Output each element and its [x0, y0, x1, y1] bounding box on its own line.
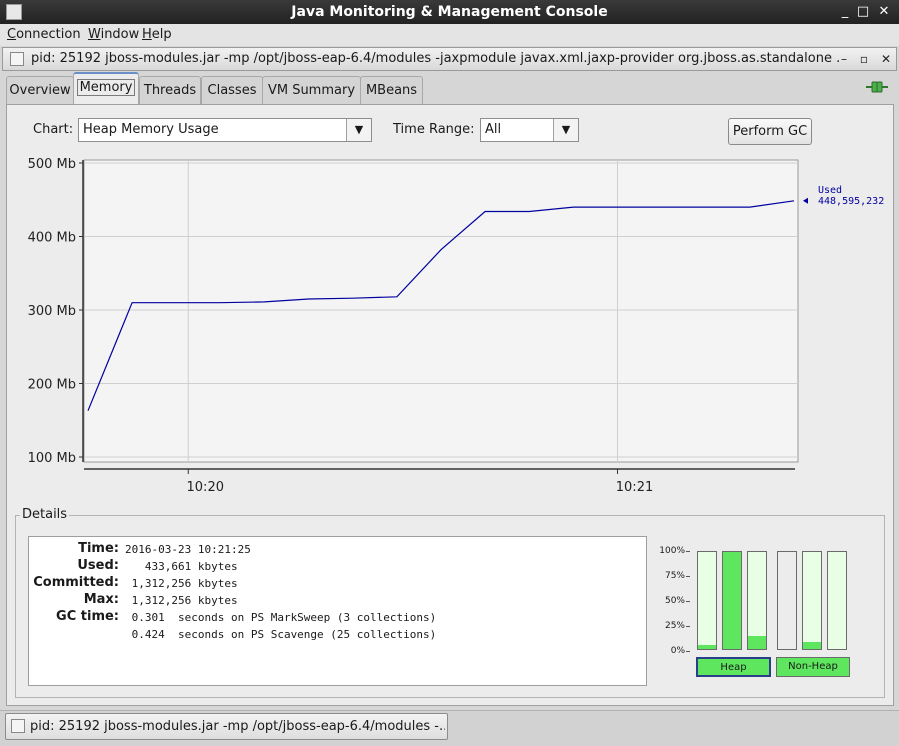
heap-group-button[interactable]: Heap — [696, 657, 771, 677]
detail-key-time: Time: — [78, 541, 119, 556]
legend-label: Used — [818, 185, 842, 196]
legend-value: 448,595,232 — [818, 196, 884, 207]
details-title: Details — [20, 507, 70, 522]
frame-close-button[interactable]: ✕ — [877, 50, 895, 68]
pct-label-100: 100% — [659, 546, 685, 556]
tab-overview[interactable]: Overview — [6, 76, 74, 104]
maximize-button[interactable]: □ — [852, 0, 874, 24]
frame-icon — [11, 719, 25, 733]
chart-select-value: Heap Memory Usage — [83, 122, 219, 137]
chevron-down-icon: ▼ — [346, 119, 371, 141]
y-tick-label: 400 Mb — [28, 231, 76, 246]
chart-label: Chart: — [33, 122, 74, 137]
detail-value-max: 1,312,256 kbytes — [125, 594, 238, 607]
detail-key-max: Max: — [83, 592, 119, 607]
x-tick-label: 10:20 — [187, 480, 224, 495]
detail-key-gc-time: GC time: — [56, 609, 119, 624]
legend-marker — [803, 197, 808, 204]
perform-gc-button[interactable]: Perform GC — [728, 118, 812, 145]
nonheap-pool-bar-2[interactable] — [802, 551, 822, 650]
pct-label-50: 50% — [664, 596, 685, 606]
detail-value-time: 2016-03-23 10:21:25 — [125, 543, 251, 556]
y-tick-label: 200 Mb — [28, 378, 76, 393]
detail-key-used: Used: — [77, 558, 119, 573]
menu-window[interactable]: Window — [88, 26, 139, 44]
pool-usage-fill — [803, 642, 821, 649]
time-range-label: Time Range: — [393, 122, 475, 137]
time-range-select-value: All — [485, 122, 502, 137]
detail-value-committed: 1,312,256 kbytes — [125, 577, 238, 590]
heap-pool-bar-old[interactable] — [747, 551, 767, 650]
pct-tick-marks — [686, 551, 690, 652]
pct-label-75: 75% — [664, 571, 685, 581]
frame-icon — [10, 52, 24, 66]
nonheap-pool-bar-1[interactable] — [777, 551, 797, 650]
y-tick-label: 300 Mb — [28, 304, 76, 319]
detail-value-gc-scavenge: 0.424 seconds on PS Scavenge (25 collect… — [125, 628, 437, 641]
window-title: Java Monitoring & Management Console — [291, 4, 608, 20]
pool-usage-fill — [698, 645, 716, 649]
heap-memory-chart: 500 Mb 400 Mb 300 Mb 200 Mb 100 Mb 10:20 10:21… — [28, 157, 884, 495]
tab-vm-summary[interactable]: VM Summary — [262, 76, 361, 104]
menu-connection[interactable]: Connection — [7, 26, 81, 44]
tab-classes[interactable]: Classes — [201, 76, 263, 104]
pct-label-25: 25% — [664, 621, 685, 631]
frame-minimize-button[interactable]: – — [835, 50, 853, 68]
window-titlebar: Java Monitoring & Management Console _ □… — [0, 0, 899, 24]
detail-value-used: 433,661 kbytes — [125, 560, 238, 573]
pool-usage-fill — [723, 552, 741, 649]
tab-mbeans[interactable]: MBeans — [360, 76, 423, 104]
frame-maximize-button[interactable]: ▫ — [855, 50, 873, 68]
heap-pool-bar-eden[interactable] — [697, 551, 717, 650]
heap-pool-bar-survivor[interactable] — [722, 551, 742, 650]
detail-key-committed: Committed: — [33, 575, 119, 590]
pool-usage-fill — [748, 636, 766, 649]
taskbar-item[interactable]: pid: 25192 jboss-modules.jar -mp /opt/jb… — [5, 713, 448, 740]
menubar: Connection Window Help — [0, 24, 899, 46]
chart-select[interactable]: Heap Memory Usage ▼ — [78, 118, 372, 142]
details-text-area: Time: 2016-03-23 10:21:25 Used: 433,661 … — [28, 536, 647, 686]
y-tick-label: 100 Mb — [28, 451, 76, 466]
y-tick-label: 500 Mb — [28, 157, 76, 172]
plot-area — [83, 159, 799, 463]
nonheap-pool-bar-3[interactable] — [827, 551, 847, 650]
menu-help[interactable]: Help — [142, 26, 172, 44]
chevron-down-icon: ▼ — [553, 119, 578, 141]
internal-frame-title: pid: 25192 jboss-modules.jar -mp /opt/jb… — [31, 51, 841, 66]
detail-value-gc-marksweep: 0.301 seconds on PS MarkSweep (3 collect… — [125, 611, 437, 624]
nonheap-group-button[interactable]: Non-Heap — [776, 657, 850, 677]
tab-threads[interactable]: Threads — [139, 76, 201, 104]
time-range-select[interactable]: All ▼ — [480, 118, 579, 142]
tab-memory[interactable]: Memory — [73, 72, 139, 104]
close-button[interactable]: ✕ — [873, 0, 895, 24]
taskbar-item-label: pid: 25192 jboss-modules.jar -mp /opt/jb… — [30, 719, 445, 734]
pct-label-0: 0% — [670, 646, 685, 656]
x-tick-label: 10:21 — [616, 480, 653, 495]
internal-frame-titlebar: pid: 25192 jboss-modules.jar -mp /opt/jb… — [2, 47, 897, 71]
connection-status-icon — [866, 81, 888, 93]
